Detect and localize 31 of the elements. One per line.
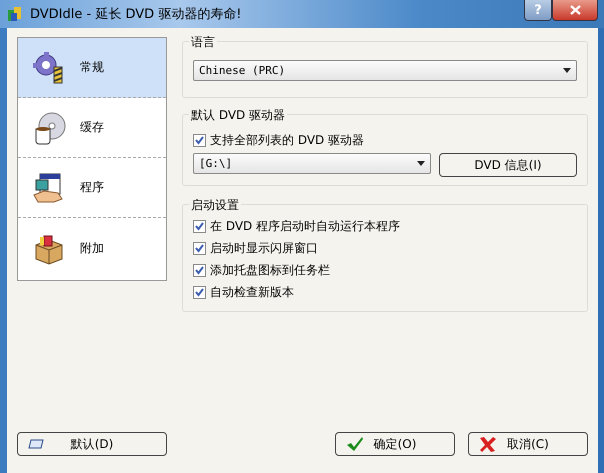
checkbox-label: 启动时显示闪屏窗口 bbox=[210, 240, 318, 256]
checkbox-label: 自动检查新版本 bbox=[210, 284, 294, 300]
checkbox[interactable] bbox=[193, 134, 206, 146]
checkmark-icon bbox=[346, 436, 364, 452]
checkbox[interactable] bbox=[193, 242, 206, 254]
cross-icon bbox=[479, 436, 497, 452]
sidebar-item[interactable]: 程序 bbox=[18, 158, 166, 218]
sidebar-item[interactable]: 常规 bbox=[18, 38, 166, 98]
dropdown-arrow-icon bbox=[417, 161, 425, 166]
close-icon bbox=[570, 5, 580, 15]
card-icon bbox=[28, 438, 44, 450]
window-title: DVDIdle - 延长 DVD 驱动器的寿命! bbox=[30, 6, 242, 23]
ok-button[interactable]: 确定(O) bbox=[335, 432, 455, 456]
app-logo-icon bbox=[6, 5, 24, 23]
info-button[interactable]: DVD 信息(I) bbox=[439, 153, 577, 177]
checkbox[interactable] bbox=[193, 220, 206, 232]
checkbox[interactable] bbox=[193, 264, 206, 276]
sidebar-item[interactable]: 附加 bbox=[18, 218, 166, 278]
checkbox-label: 在 DVD 程序启动时自动运行本程序 bbox=[210, 218, 400, 234]
dropdown[interactable]: Chinese (PRC) bbox=[193, 60, 577, 81]
group-title: 默认 DVD 驱动器 bbox=[189, 107, 288, 124]
close-button[interactable] bbox=[552, 0, 598, 21]
dropdown[interactable]: [G:\] bbox=[193, 153, 431, 174]
checkbox[interactable] bbox=[193, 286, 206, 298]
dropdown-arrow-icon bbox=[563, 68, 571, 73]
default-button[interactable]: 默认(D) bbox=[17, 432, 167, 456]
group-title: 启动设置 bbox=[189, 197, 241, 214]
checkbox-label: 支持全部列表的 DVD 驱动器 bbox=[210, 132, 364, 148]
sidebar-item[interactable]: 缓存 bbox=[18, 98, 166, 158]
cancel-button[interactable]: 取消(C) bbox=[468, 432, 588, 456]
checkbox-label: 添加托盘图标到任务栏 bbox=[210, 262, 330, 278]
